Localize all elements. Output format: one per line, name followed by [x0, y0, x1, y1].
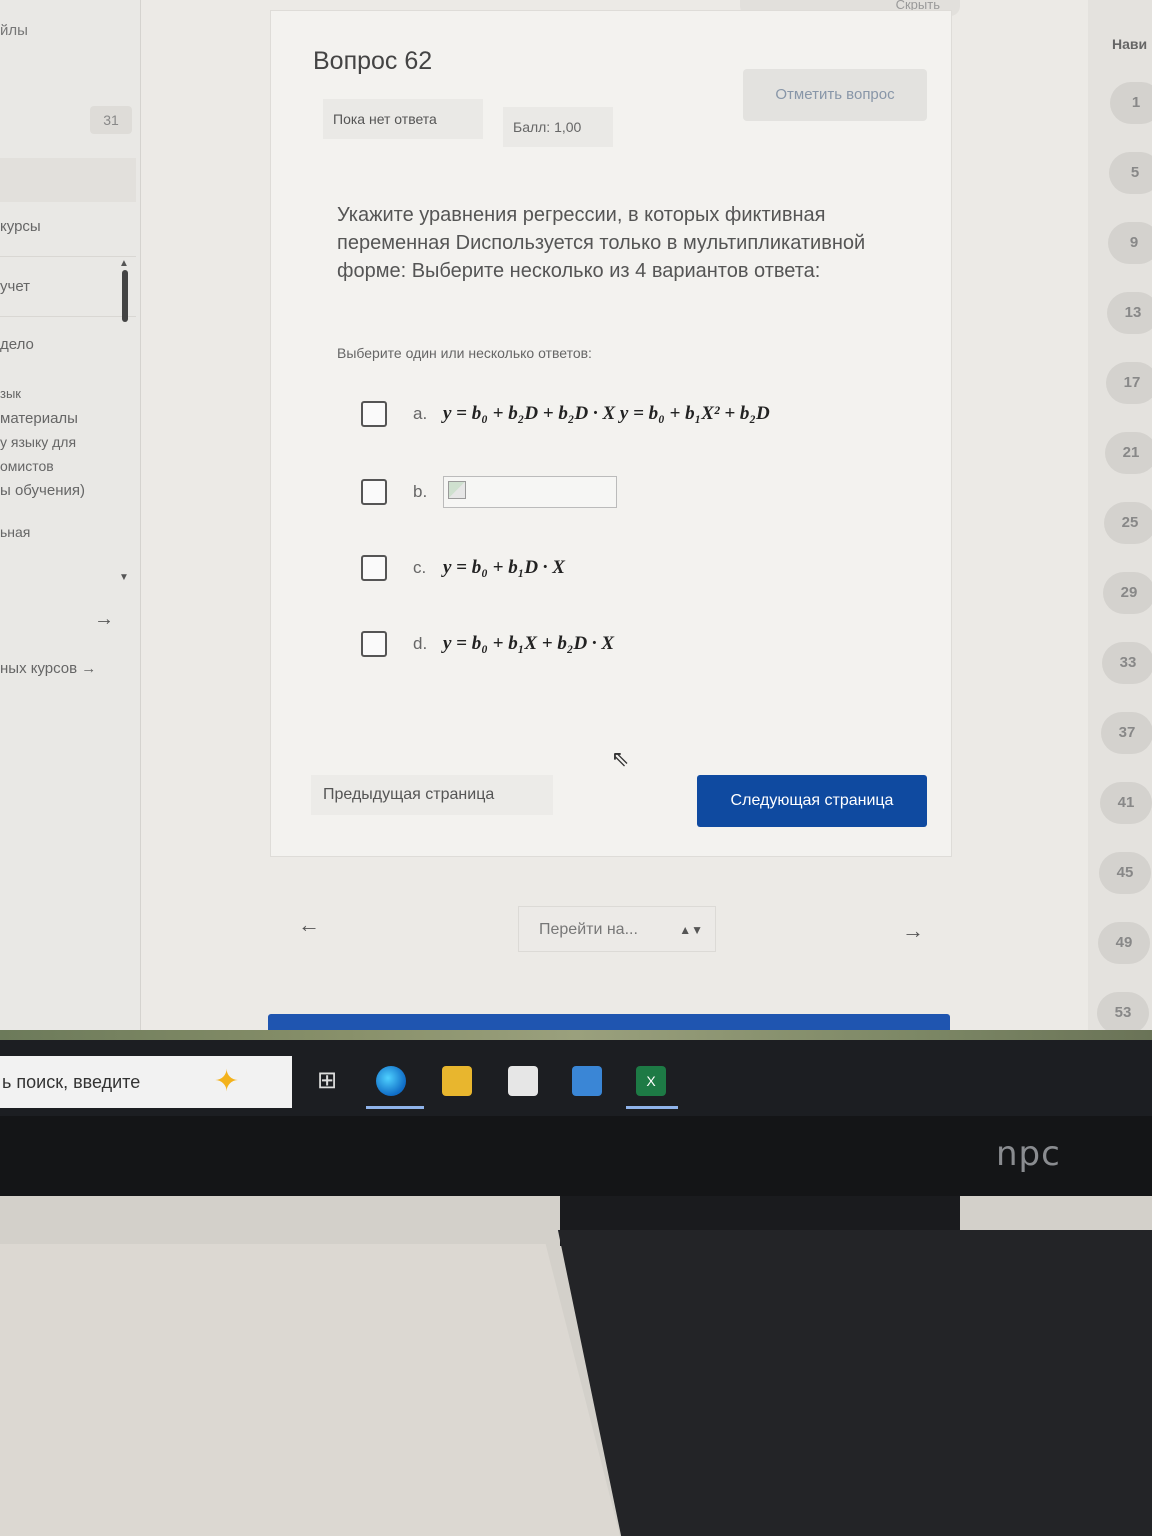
jump-to-placeholder: Перейти на... — [539, 921, 638, 938]
sidebar-item-final[interactable]: ьная — [0, 524, 30, 540]
excel-open-indicator — [626, 1106, 678, 1109]
previous-page-button[interactable]: Предыдущая страница — [311, 775, 553, 815]
sidebar-divider — [0, 316, 136, 317]
quiz-nav-question-25[interactable]: 25 — [1104, 502, 1152, 544]
sidebar-item-economists[interactable]: омистов — [0, 458, 54, 474]
quiz-nav-question-17[interactable]: 17 — [1106, 362, 1152, 404]
quiz-nav-question-49[interactable]: 49 — [1098, 922, 1150, 964]
checkbox-b[interactable] — [361, 479, 387, 505]
flag-question-button[interactable]: Отметить вопрос — [743, 69, 927, 121]
sidebar-item-language[interactable]: зык — [0, 386, 21, 401]
active-app-indicator — [366, 1106, 424, 1109]
sidebar-item-business[interactable]: дело — [0, 336, 34, 353]
answer-option-d[interactable]: d. y = b₀ + b₁X + b₂D · X — [361, 629, 614, 659]
option-letter: b. — [413, 482, 428, 501]
option-letter: c. — [413, 558, 427, 577]
option-formula: y = b₀ + b₁X + b₂D · X — [443, 633, 615, 654]
edge-browser-icon[interactable] — [376, 1066, 406, 1096]
sidebar-item-courses[interactable]: курсы — [0, 218, 41, 235]
quiz-nav-question-29[interactable]: 29 — [1103, 572, 1152, 614]
taskbar-search-text: ь поиск, введите — [2, 1072, 141, 1092]
question-status: Пока нет ответа — [323, 99, 483, 139]
quiz-nav-question-41[interactable]: 41 — [1100, 782, 1152, 824]
quiz-navigation-title: Нави — [1112, 36, 1148, 52]
sidebar-item-accounting[interactable]: учет — [0, 278, 30, 295]
quiz-nav-question-5[interactable]: 5 — [1109, 152, 1152, 194]
task-view-icon[interactable]: ⊞ — [312, 1066, 342, 1096]
all-courses-link[interactable]: ных курсов → — [0, 660, 96, 677]
paper-sheet — [0, 1244, 620, 1536]
option-letter: a. — [413, 404, 428, 423]
sidebar-top-label: йлы — [0, 22, 28, 39]
answer-option-b[interactable]: b. — [361, 476, 617, 508]
file-explorer-icon[interactable] — [442, 1066, 472, 1096]
quiz-nav-question-33[interactable]: 33 — [1102, 642, 1152, 684]
previous-activity-arrow-icon[interactable]: ← — [298, 912, 320, 938]
quiz-navigation: Нави 1 5 9 13 17 21 25 29 33 37 41 45 49… — [1088, 0, 1152, 1040]
select-arrows-icon: ▲▼ — [679, 923, 703, 937]
sidebar-scrollbar[interactable] — [122, 270, 128, 322]
left-sidebar: йлы 31 курсы учет дело зык материалы у я… — [0, 0, 141, 1040]
excel-icon[interactable]: X — [636, 1066, 666, 1096]
quiz-nav-question-9[interactable]: 9 — [1108, 222, 1152, 264]
monitor-bezel — [0, 1116, 1152, 1196]
store-icon[interactable] — [508, 1066, 538, 1096]
sidebar-item-training[interactable]: ы обучения) — [0, 482, 85, 499]
taskbar-search-box[interactable]: ь поиск, введите ✦ — [0, 1056, 292, 1108]
question-grade: Балл: 1,00 — [503, 107, 613, 147]
mail-icon[interactable] — [572, 1066, 602, 1096]
scroll-up-icon[interactable]: ▲ — [119, 258, 129, 269]
answer-prompt: Выберите один или несколько ответов: — [337, 345, 592, 361]
quiz-nav-question-21[interactable]: 21 — [1105, 432, 1152, 474]
screen: Скрыть йлы 31 курсы учет дело зык матери… — [0, 0, 1152, 1040]
sidebar-item-language-for[interactable]: у языку для — [0, 434, 76, 450]
monitor-stand-base — [557, 1230, 1152, 1536]
question-panel: Вопрос 62 Отметить вопрос Пока нет ответ… — [270, 10, 952, 857]
answer-option-a[interactable]: a. y = b₀ + b₂D + b₂D · X y = b₀ + b₁X² … — [361, 399, 770, 429]
sidebar-divider — [0, 256, 136, 257]
next-page-button[interactable]: Следующая страница — [697, 775, 927, 827]
next-activity-arrow-icon[interactable]: → — [902, 918, 924, 944]
checkbox-a[interactable] — [361, 401, 387, 427]
sidebar-block — [0, 158, 136, 202]
question-text: Укажите уравнения регрессии, в которых ф… — [337, 204, 866, 282]
mouse-cursor-icon: ⇖ — [611, 746, 630, 771]
broken-image-icon — [448, 481, 466, 499]
checkbox-d[interactable] — [361, 631, 387, 657]
option-letter: d. — [413, 634, 428, 653]
quiz-nav-question-1[interactable]: 1 — [1110, 82, 1152, 124]
monitor-brand-logo: npc — [996, 1134, 1061, 1174]
broken-image — [443, 476, 617, 508]
arrow-right-icon[interactable]: → — [94, 608, 114, 631]
quiz-nav-question-53[interactable]: 53 — [1097, 992, 1149, 1034]
option-formula: y = b₀ + b₂D + b₂D · X y = b₀ + b₁X² + b… — [443, 403, 770, 424]
quiz-nav-question-45[interactable]: 45 — [1099, 852, 1151, 894]
scroll-down-icon[interactable]: ▼ — [119, 572, 129, 583]
quiz-nav-question-37[interactable]: 37 — [1101, 712, 1152, 754]
sidebar-item-materials[interactable]: материалы — [0, 410, 78, 427]
answer-option-c[interactable]: c. y = b₀ + b₁D · X — [361, 553, 565, 583]
question-title: Вопрос 62 — [313, 47, 433, 75]
jump-to-select[interactable]: Перейти на... ▲▼ — [518, 906, 716, 952]
option-formula: y = b₀ + b₁D · X — [443, 557, 565, 578]
checkbox-c[interactable] — [361, 555, 387, 581]
sidebar-count-badge: 31 — [90, 106, 132, 134]
quiz-nav-question-13[interactable]: 13 — [1107, 292, 1152, 334]
sparkle-icon: ✦ — [214, 1065, 240, 1098]
